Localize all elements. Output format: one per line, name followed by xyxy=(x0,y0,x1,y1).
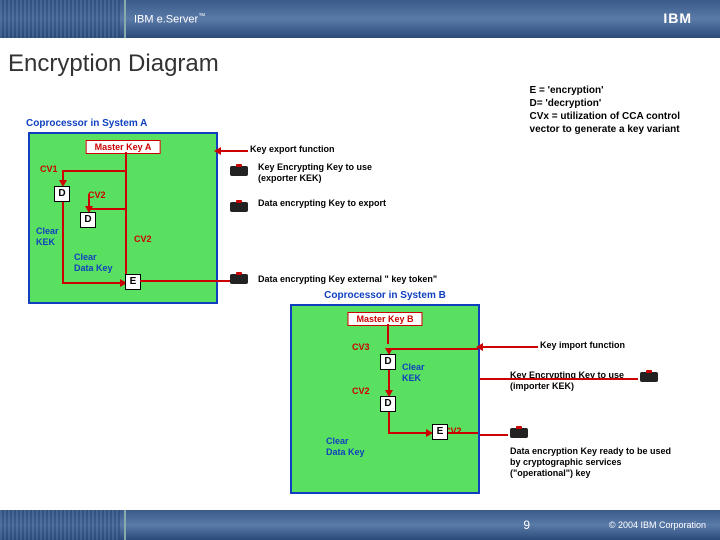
line-cv1 xyxy=(62,170,125,172)
footer-divider xyxy=(124,510,126,540)
line-to-e xyxy=(62,282,122,284)
line-export xyxy=(218,150,248,152)
box-e-a: E xyxy=(125,274,141,290)
legend-d: D= 'decryption' xyxy=(530,97,680,110)
line-ready xyxy=(480,434,508,436)
key-export-label: Key export function xyxy=(250,144,335,155)
cv3-label: CV3 xyxy=(352,342,370,352)
line-mka-down xyxy=(125,152,127,282)
token-icon-5 xyxy=(510,428,528,438)
box-d3: D xyxy=(380,354,396,370)
legend-cvx1: CVx = utilization of CCA control xyxy=(530,110,680,123)
coprocessor-b-box: Coprocessor in System B Master Key B CV3… xyxy=(290,304,480,494)
clear-datakey-label: Clear Data Key xyxy=(74,252,113,274)
cv2b-label: CV2 xyxy=(134,234,152,244)
line-cv2a xyxy=(88,208,125,210)
line-importer-kek xyxy=(480,378,638,380)
kek-importer-label: Key Encrypting Key to use (importer KEK) xyxy=(510,370,640,392)
page-title: Encryption Diagram xyxy=(8,50,720,78)
cv2a-label: CV2 xyxy=(88,190,106,200)
token-icon-2 xyxy=(230,202,248,212)
page-number: 9 xyxy=(523,518,530,532)
clear-datakey-b-label: Clear Data Key xyxy=(326,436,365,458)
line-h-e-b xyxy=(388,432,428,434)
token-icon-4 xyxy=(640,372,658,382)
token-icon-1 xyxy=(230,166,248,176)
coprocessor-b-title: Coprocessor in System B xyxy=(324,290,446,301)
box-e-b: E xyxy=(432,424,448,440)
cv1-label: CV1 xyxy=(40,164,58,174)
box-d1: D xyxy=(54,186,70,202)
coprocessor-a-box: Coprocessor in System A Master Key A CV1… xyxy=(28,132,218,304)
arrow-import xyxy=(476,343,483,351)
master-key-b: Master Key B xyxy=(347,312,422,326)
legend-e: E = 'encryption' xyxy=(530,84,680,97)
header-bar: IBM e.Server™ IBM xyxy=(0,0,720,38)
legend: E = 'encryption' D= 'decryption' CVx = u… xyxy=(530,84,680,136)
clear-kek-b-label: Clear KEK xyxy=(402,362,425,384)
data-enc-ready-label: Data encryption Key ready to be used by … xyxy=(510,446,680,478)
cv2-b1-label: CV2 xyxy=(352,386,370,396)
header-divider xyxy=(124,0,126,38)
line-import xyxy=(480,346,538,348)
line-d3-down xyxy=(388,370,390,392)
arrow-export xyxy=(214,147,221,155)
copyright: © 2004 IBM Corporation xyxy=(609,520,706,530)
header-pattern xyxy=(0,0,120,38)
line-d1-down xyxy=(62,202,64,282)
box-d4: D xyxy=(380,396,396,412)
coprocessor-a-title: Coprocessor in System A xyxy=(26,118,147,129)
key-import-label: Key import function xyxy=(540,340,640,351)
legend-cvx2: vector to generate a key variant xyxy=(530,123,680,136)
line-e-out xyxy=(140,280,230,282)
line-to-e-b xyxy=(388,412,390,432)
diagram-area: E = 'encryption' D= 'decryption' CVx = u… xyxy=(10,84,710,504)
line-cv3 xyxy=(388,348,478,350)
footer-pattern xyxy=(0,510,120,540)
clear-kek-label: Clear KEK xyxy=(36,226,59,248)
ibm-logo: IBM xyxy=(663,10,692,26)
external-keytoken-label: Data encrypting Key external " key token… xyxy=(258,274,437,285)
master-key-a: Master Key A xyxy=(86,140,161,154)
footer-bar: 9 © 2004 IBM Corporation xyxy=(0,510,720,540)
data-enc-export-label: Data encrypting Key to export xyxy=(258,198,398,209)
kek-exporter-label: Key Encrypting Key to use (exporter KEK) xyxy=(258,162,398,184)
product-name: IBM e.Server™ xyxy=(134,13,205,26)
line-e-out-b xyxy=(448,432,478,434)
box-d2: D xyxy=(80,212,96,228)
line-mkb-down xyxy=(387,324,389,344)
token-icon-3 xyxy=(230,274,248,284)
